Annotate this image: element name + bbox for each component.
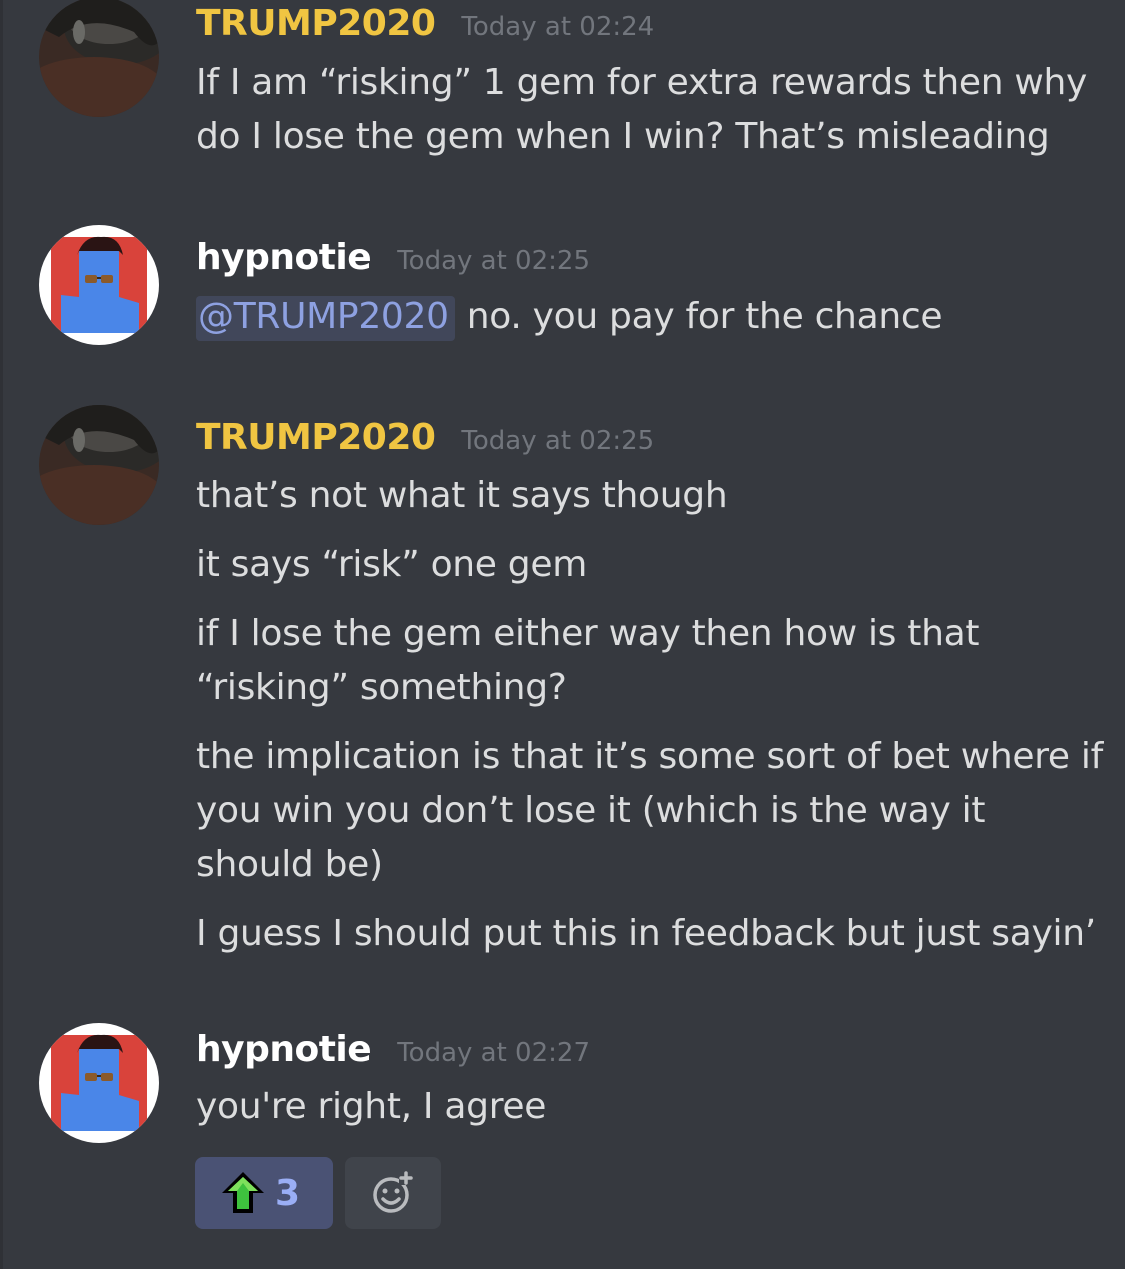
message-text-line: If I am “risking” 1 gem for extra reward… [196,62,1088,103]
reaction-count: 3 [275,1172,301,1214]
message-text: no. you pay for the chance [466,296,943,337]
green-up-arrow-icon [219,1169,267,1217]
message-text-line: I guess I should put this in feedback bu… [196,913,1096,954]
username[interactable]: TRUMP2020 [196,417,436,458]
username[interactable]: hypnotie [196,237,372,278]
message-text-line: the implication is that it’s some sort o… [196,736,1103,777]
channel-left-edge [0,0,3,1269]
add-reaction-icon [369,1169,417,1217]
message-header: hypnotie Today at 02:25 [196,237,590,287]
message-header: TRUMP2020 Today at 02:25 [196,417,654,467]
message-text-line: you win you don’t lose it (which is the … [196,790,986,831]
reaction-button[interactable]: 3 [195,1157,333,1229]
avatar[interactable] [39,1023,159,1143]
user-mention[interactable]: @TRUMP2020 [196,296,455,341]
message-text-line: it says “risk” one gem [196,544,587,585]
avatar[interactable] [39,0,159,117]
message-text-line: should be) [196,844,383,885]
message-text-line: do I lose the gem when I win? That’s mis… [196,116,1050,157]
username[interactable]: hypnotie [196,1029,372,1070]
avatar[interactable] [39,405,159,525]
message-text-line: that’s not what it says though [196,475,728,516]
message-text-line: you're right, I agree [196,1086,547,1127]
timestamp: Today at 02:27 [397,1038,590,1068]
message-header: TRUMP2020 Today at 02:24 [196,3,654,53]
message-text-line: @TRUMP2020 no. you pay for the chance [196,290,1096,344]
username[interactable]: TRUMP2020 [196,3,436,44]
add-reaction-button[interactable] [345,1157,441,1229]
timestamp: Today at 02:25 [461,426,655,456]
avatar[interactable] [39,225,159,345]
timestamp: Today at 02:25 [397,246,590,276]
message-header: hypnotie Today at 02:27 [196,1029,590,1079]
message-text-line: “risking” something? [196,667,567,708]
message-text-line: if I lose the gem either way then how is… [196,613,980,654]
timestamp: Today at 02:24 [461,12,655,42]
